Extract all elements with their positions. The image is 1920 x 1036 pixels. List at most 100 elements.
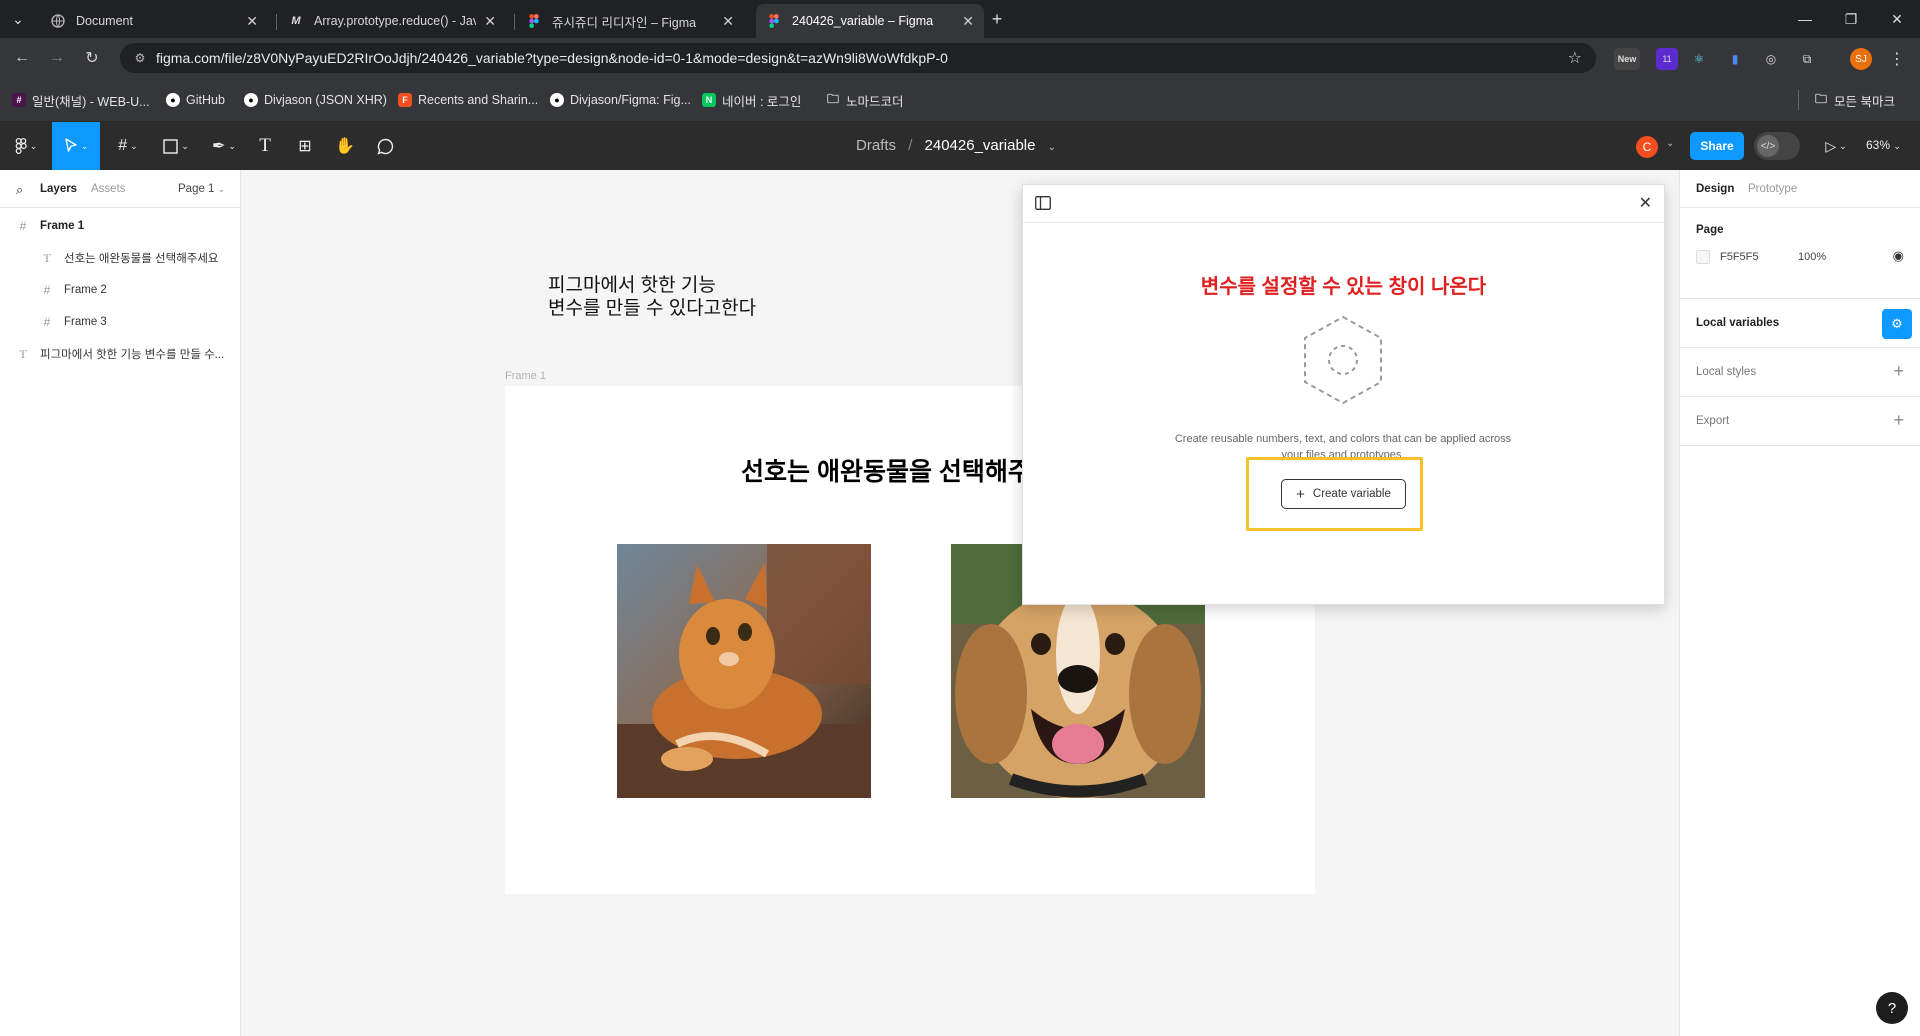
local-variables-section[interactable]: Local variables ⚙: [1680, 299, 1920, 348]
profile-avatar[interactable]: SJ: [1850, 48, 1872, 70]
shape-tool-icon[interactable]: ⌄: [156, 122, 196, 170]
avatar[interactable]: C: [1636, 136, 1658, 158]
tab-juicy-redesign[interactable]: 쥬시쥬디 리디자인 – Figma ✕: [516, 4, 744, 38]
layer-row[interactable]: # Frame 3: [0, 307, 240, 337]
tab-document[interactable]: Document ✕: [40, 4, 268, 38]
back-icon[interactable]: ←: [10, 46, 34, 70]
plus-icon[interactable]: +: [1893, 410, 1904, 431]
page-opacity-value[interactable]: 100%: [1798, 251, 1826, 263]
zoom-level[interactable]: 63% ⌄: [1866, 138, 1901, 152]
layer-label: 피그마에서 핫한 기능 변수를 만들 수...: [40, 349, 225, 361]
create-variable-button[interactable]: + Create variable: [1281, 479, 1406, 509]
page-color-value[interactable]: F5F5F5: [1720, 251, 1759, 263]
close-icon[interactable]: ✕: [722, 13, 734, 30]
react-devtools-icon[interactable]: ⚛: [1688, 48, 1710, 70]
bookmark-star-icon[interactable]: ☆: [1568, 48, 1582, 68]
plus-icon[interactable]: +: [1893, 361, 1904, 382]
text-tool-icon[interactable]: T: [250, 122, 280, 170]
layer-row[interactable]: # Frame 1: [0, 211, 240, 241]
tab-assets[interactable]: Assets: [91, 183, 126, 195]
sidebar-toggle-icon[interactable]: [1035, 196, 1051, 213]
docs-extension-icon[interactable]: ▮: [1724, 48, 1746, 70]
close-icon[interactable]: ✕: [246, 13, 258, 30]
frame-tool-icon[interactable]: # ⌄: [108, 122, 148, 170]
tab-title: Document: [76, 14, 133, 28]
search-icon[interactable]: ⌕: [16, 182, 23, 198]
bookmark-item[interactable]: ● Divjason/Figma: Fig...: [550, 90, 691, 110]
url-field[interactable]: ⚙ figma.com/file/z8V0NyPayuED2RIrOoJdjh/…: [120, 43, 1596, 73]
close-icon[interactable]: ✕: [484, 13, 496, 30]
bookmark-item[interactable]: 🗀 노마드코더: [826, 90, 904, 110]
bookmark-label: 네이버 : 로그인: [722, 94, 802, 109]
tab-search-chevron-icon[interactable]: ⌄: [0, 0, 36, 38]
folder-icon: 🗀: [826, 91, 839, 106]
window-close-icon[interactable]: ✕: [1874, 0, 1920, 38]
code-icon: </>: [1757, 135, 1779, 157]
hand-tool-icon[interactable]: ✋: [330, 122, 360, 170]
layers-panel-tabs: ⌕ Layers Assets Page 1 ⌄: [0, 170, 240, 208]
bookmark-label: Divjason (JSON XHR): [264, 93, 387, 107]
tab-design[interactable]: Design: [1696, 183, 1734, 195]
share-label: Share: [1700, 139, 1734, 153]
chevron-down-icon[interactable]: ⌄: [1666, 138, 1674, 149]
dev-mode-toggle[interactable]: </>: [1754, 132, 1800, 160]
bookmark-item[interactable]: ● Divjason (JSON XHR): [244, 90, 387, 110]
bookmark-item[interactable]: N 네이버 : 로그인: [702, 90, 801, 110]
new-label: New: [1617, 54, 1637, 64]
help-icon[interactable]: ?: [1876, 992, 1908, 1024]
local-styles-title: Local styles: [1696, 366, 1757, 378]
comment-tool-icon[interactable]: [370, 122, 400, 170]
page-selector[interactable]: Page 1 ⌄: [178, 183, 225, 195]
bookmark-item[interactable]: ● GitHub: [166, 90, 225, 110]
move-tool-icon[interactable]: ⌄: [52, 122, 100, 170]
minimize-icon[interactable]: —: [1782, 0, 1828, 38]
export-section[interactable]: Export +: [1680, 397, 1920, 446]
design-panel-tabs: Design Prototype: [1680, 170, 1920, 208]
main-menu-icon[interactable]: ⌄: [8, 122, 44, 170]
layer-row[interactable]: T 선호는 애완동물를 선택해주세요: [0, 243, 240, 273]
all-bookmarks[interactable]: 🗀 모든 북마크: [1814, 90, 1895, 110]
more-menu-icon[interactable]: ⋮: [1886, 48, 1908, 70]
url-text: figma.com/file/z8V0NyPayuED2RIrOoJdjh/24…: [156, 50, 948, 66]
eye-icon[interactable]: ◉: [1893, 248, 1904, 264]
badge-extension-icon[interactable]: 11: [1656, 48, 1678, 70]
cat-photo[interactable]: [617, 544, 871, 798]
figma-toolbar: ⌄ ⌄ # ⌄ ⌄ ✒ ⌄ T ⊞ ✋ Drafts / 240426_variab…: [0, 122, 1920, 170]
extensions-puzzle-icon[interactable]: ⧉: [1796, 48, 1818, 70]
new-tab-icon[interactable]: +: [982, 0, 1012, 38]
page-section-title: Page: [1696, 224, 1724, 236]
close-icon[interactable]: ✕: [1639, 193, 1652, 213]
badge-count: 11: [1662, 54, 1672, 64]
present-play-icon[interactable]: ▷ ⌄: [1818, 122, 1854, 170]
bookmark-item[interactable]: # 일반(채널) - WEB-U...: [12, 90, 150, 110]
tab-divider: [514, 14, 515, 30]
variables-settings-icon[interactable]: ⚙: [1882, 309, 1912, 339]
tab-240426-variable[interactable]: 240426_variable – Figma ✕: [756, 4, 984, 38]
forward-icon[interactable]: →: [45, 46, 69, 70]
bookmark-item[interactable]: F Recents and Sharin...: [398, 90, 538, 110]
restore-icon[interactable]: ❐: [1828, 0, 1874, 38]
address-bar-row: ← → ↻ ⚙ figma.com/file/z8V0NyPayuED2RIrO…: [0, 38, 1920, 78]
site-info-icon[interactable]: ⚙: [132, 50, 148, 66]
share-button[interactable]: Share: [1690, 132, 1744, 160]
new-extension-icon[interactable]: New: [1614, 48, 1640, 70]
local-styles-section[interactable]: Local styles +: [1680, 348, 1920, 397]
breadcrumb-folder[interactable]: Drafts: [856, 137, 896, 154]
tab-prototype[interactable]: Prototype: [1748, 183, 1797, 195]
layer-row[interactable]: T 피그마에서 핫한 기능 변수를 만들 수...: [0, 339, 240, 369]
profile-initials: SJ: [1855, 53, 1867, 65]
tab-layers[interactable]: Layers: [40, 183, 77, 195]
close-icon[interactable]: ✕: [962, 13, 974, 30]
layer-row[interactable]: # Frame 2: [0, 275, 240, 305]
file-name[interactable]: 240426_variable: [925, 137, 1036, 154]
pen-tool-icon[interactable]: ✒ ⌄: [204, 122, 244, 170]
tab-array-reduce[interactable]: M Array.prototype.reduce() - JavaScript …: [278, 4, 506, 38]
canvas-text-layer[interactable]: 피그마에서 핫한 기능 변수를 만들 수 있다고한다: [548, 274, 756, 320]
avatar-initial: C: [1642, 140, 1652, 154]
reload-icon[interactable]: ↻: [80, 46, 104, 70]
chevron-down-icon[interactable]: ⌄: [1048, 142, 1056, 153]
color-swatch[interactable]: [1696, 250, 1710, 264]
record-extension-icon[interactable]: ◎: [1760, 48, 1782, 70]
frame-label[interactable]: Frame 1: [505, 370, 546, 382]
resources-icon[interactable]: ⊞: [290, 122, 320, 170]
